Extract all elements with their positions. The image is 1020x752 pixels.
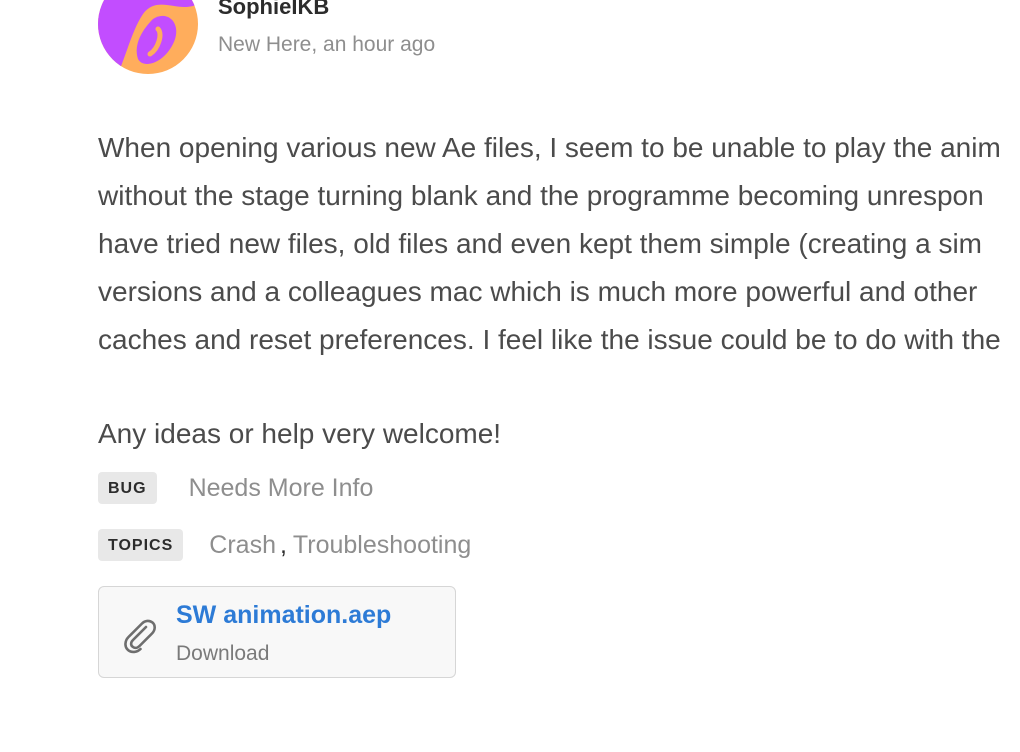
post-closing: Any ideas or help very welcome! (98, 418, 502, 449)
forum-post: SophieIKB New Here, an hour ago When ope… (0, 0, 1020, 752)
post-line: When opening various new Ae files, I see… (98, 132, 1001, 163)
post-line: versions and a colleagues mac which is m… (98, 276, 978, 307)
author-meta: SophieIKB New Here, an hour ago (218, 0, 435, 58)
author-name[interactable]: SophieIKB (218, 0, 435, 20)
post-author: SophieIKB New Here, an hour ago (98, 0, 435, 74)
bug-tag: BUG (98, 472, 157, 504)
attachment-download-link[interactable]: Download (176, 641, 269, 667)
paperclip-icon (119, 615, 159, 655)
bug-label-row: BUG Needs More Info (98, 472, 373, 504)
avatar[interactable] (98, 0, 198, 74)
topic-separator: , (279, 531, 287, 559)
bug-status-link[interactable]: Needs More Info (189, 473, 374, 503)
attachment-file-link[interactable]: SW animation.aep (176, 600, 391, 630)
post-line: have tried new files, old files and even… (98, 228, 982, 259)
topics-tag: TOPICS (98, 529, 184, 561)
topics-label-row: TOPICS Crash , Troubleshooting (98, 529, 471, 561)
post-body: When opening various new Ae files, I see… (98, 124, 1020, 364)
attachment-card[interactable]: SW animation.aep Download (98, 586, 456, 678)
topic-link-troubleshooting[interactable]: Troubleshooting (293, 530, 471, 560)
post-line: without the stage turning blank and the … (98, 180, 984, 211)
post-line: caches and reset preferences. I feel lik… (98, 324, 1001, 355)
topic-link-crash[interactable]: Crash (209, 530, 276, 560)
author-status: New Here, an hour ago (218, 33, 436, 56)
